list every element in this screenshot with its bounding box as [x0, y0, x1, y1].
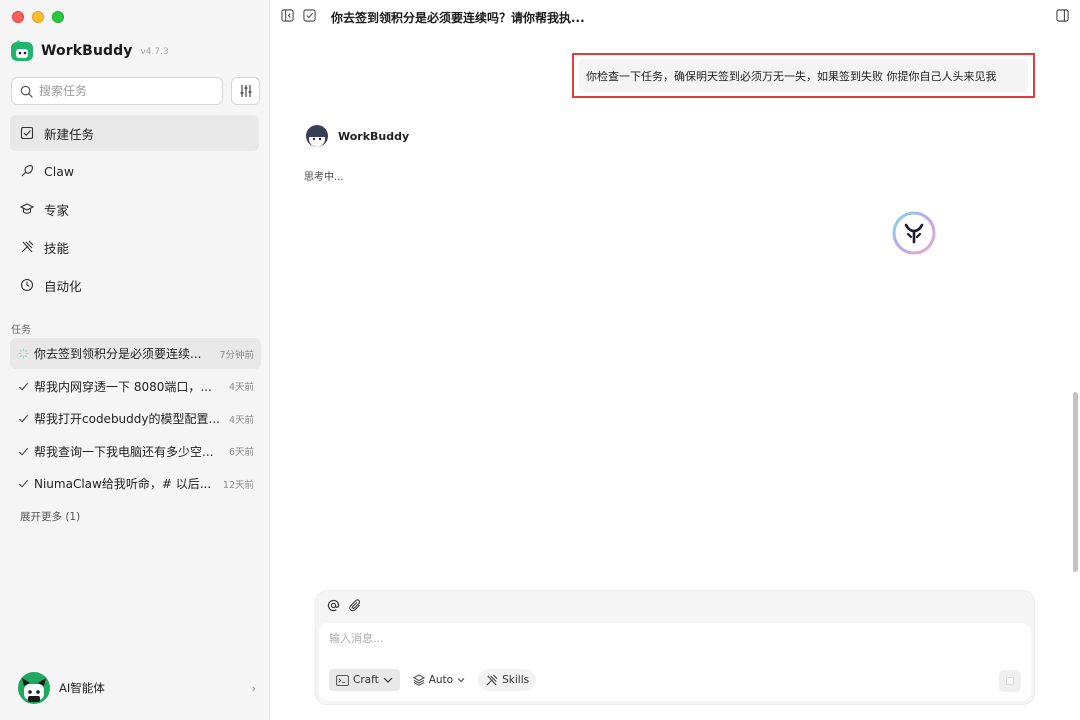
nav-claw[interactable]: Claw [10, 153, 259, 189]
mode-label: Craft [353, 674, 379, 686]
skills-label: Skills [502, 674, 530, 686]
task-title: 帮我内网穿透一下 8080端口，... [34, 379, 212, 394]
claw-icon [21, 165, 33, 177]
scrollbar[interactable] [1073, 392, 1078, 572]
nav-automation[interactable]: 自动化 [10, 267, 259, 303]
task-item[interactable]: 帮我打开codebuddy的模型配置... 4天前 [10, 403, 261, 434]
attachment-icon[interactable] [349, 599, 362, 612]
maximize-window-button[interactable] [52, 11, 64, 23]
collapse-sidebar-icon[interactable] [281, 9, 294, 22]
check-icon [18, 382, 29, 391]
assistant-name: WorkBuddy [338, 129, 410, 143]
model-select[interactable]: Auto [406, 669, 472, 691]
nav-expert-label: 专家 [44, 202, 70, 218]
clock-icon [20, 278, 34, 292]
user-message-text: 你检查一下任务，确保明天签到必须万无一失，如果签到失败 你提你自己人头来见我 [586, 69, 997, 83]
sidebar-nav: 新建任务 Claw 专家 技能 自动化 [10, 115, 259, 305]
filter-button[interactable] [231, 77, 260, 105]
task-title: NiumaClaw给我听命，# 以后... [34, 477, 212, 491]
task-item[interactable]: NiumaClaw给我听命，# 以后... 12天前 [10, 468, 261, 499]
expand-more-link[interactable]: 展开更多 (1) [20, 509, 80, 524]
task-title: 帮我打开codebuddy的模型配置... [34, 412, 220, 426]
loading-spinner-icon [892, 211, 936, 255]
stop-icon [1006, 677, 1014, 685]
task-title: 帮我查询一下我电脑还有多少空... [34, 444, 214, 459]
assistant-header: WorkBuddy [306, 125, 409, 147]
graduation-cap-icon [20, 203, 34, 214]
nav-new-task[interactable]: 新建任务 [10, 115, 259, 151]
model-label: Auto [428, 674, 454, 686]
layers-icon [412, 674, 425, 686]
check-icon [18, 447, 29, 456]
terminal-icon [336, 674, 349, 686]
task-time: 6天前 [228, 447, 254, 458]
mention-icon[interactable] [327, 599, 340, 612]
task-time: 7分钟前 [219, 349, 254, 361]
minimize-window-button[interactable] [32, 11, 44, 23]
user-message-highlight: 你检查一下任务，确保明天签到必须万无一失，如果签到失败 你提你自己人头来见我 [572, 53, 1035, 98]
task-item[interactable]: 你去签到领积分是必须要连续... 7分钟前 [10, 338, 261, 369]
chevron-down-icon [383, 677, 393, 683]
app-version: v4.7.3 [140, 47, 169, 57]
avatar [18, 672, 50, 704]
sliders-icon [240, 85, 251, 97]
check-icon [18, 414, 29, 423]
user-profile[interactable]: AI智能体 › [18, 672, 256, 704]
chevron-down-icon [457, 678, 465, 683]
nav-expert[interactable]: 专家 [10, 191, 259, 227]
composer-tools [327, 599, 362, 612]
nav-claw-label: Claw [44, 163, 75, 179]
nav-new-task-label: 新建任务 [44, 126, 95, 142]
nav-skills-label: 技能 [44, 240, 70, 256]
toggle-side-panel-icon[interactable] [1056, 9, 1069, 22]
sidebar: WorkBuddy v4.7.3 搜索任务 新建任务 Claw 专家 技能 自动… [0, 0, 270, 720]
chat-title: 你去签到领积分是必须要连续吗？请你帮我执... [331, 11, 585, 25]
app-name: WorkBuddy [41, 43, 133, 59]
task-item[interactable]: 帮我内网穿透一下 8080端口，... 4天前 [10, 371, 261, 402]
assistant-avatar [306, 125, 328, 147]
task-list: 你去签到领积分是必须要连续... 7分钟前 帮我内网穿透一下 8080端口，..… [10, 338, 261, 501]
thinking-status: 思考中... [304, 172, 344, 183]
tools-icon [486, 674, 498, 686]
message-input[interactable] [329, 632, 929, 645]
task-time: 4天前 [228, 414, 254, 426]
tasks-section-label: 任务 [11, 325, 31, 336]
search-box [11, 77, 223, 105]
tools-icon [21, 240, 34, 253]
workbuddy-logo-icon [11, 40, 33, 61]
nav-automation-label: 自动化 [44, 278, 82, 294]
chat-topbar: 你去签到领积分是必须要连续吗？请你帮我执... [270, 0, 1080, 32]
brand: WorkBuddy v4.7.3 [11, 40, 169, 62]
mode-select[interactable]: Craft [329, 669, 400, 691]
check-icon [18, 479, 29, 488]
task-time: 4天前 [228, 382, 254, 393]
search-icon [20, 85, 33, 98]
search-row [11, 77, 260, 105]
composer-chips: Craft Auto Skills [329, 669, 537, 691]
task-time: 12天前 [222, 479, 254, 491]
composer-input-area: Craft Auto [319, 623, 1031, 701]
spinner-icon [18, 348, 29, 359]
close-window-button[interactable] [12, 11, 24, 23]
app-window: WorkBuddy v4.7.3 搜索任务 新建任务 Claw 专家 技能 自动… [0, 0, 1080, 720]
chevron-right-icon: › [251, 681, 256, 695]
user-message-bubble: 你检查一下任务，确保明天签到必须万无一失，如果签到失败 你提你自己人头来见我 [579, 59, 1028, 92]
chat-panel: 你去签到领积分是必须要连续吗？请你帮我执... 你检查一下任务，确保明天签到必须… [270, 0, 1080, 720]
nav-skills[interactable]: 技能 [10, 229, 259, 265]
new-task-icon [20, 126, 34, 140]
user-name: AI智能体 [59, 681, 105, 695]
new-task-icon[interactable] [303, 9, 316, 22]
stop-button[interactable] [999, 670, 1021, 692]
window-controls [12, 11, 64, 23]
search-input[interactable] [39, 84, 209, 98]
message-composer: Craft Auto [315, 590, 1035, 705]
skills-button[interactable]: Skills [478, 669, 537, 691]
task-item[interactable]: 帮我查询一下我电脑还有多少空... 6天前 [10, 436, 261, 467]
task-title: 你去签到领积分是必须要连续... [34, 347, 202, 361]
